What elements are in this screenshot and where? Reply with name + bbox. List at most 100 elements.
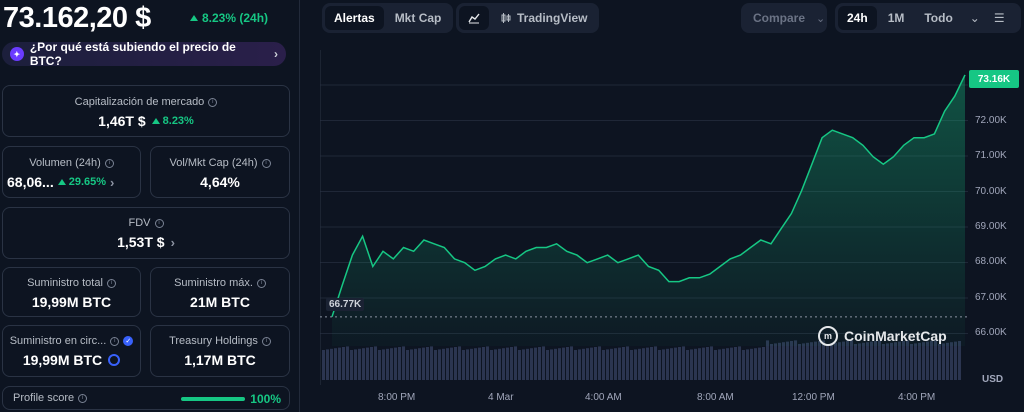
chevron-right-icon: › [274, 47, 278, 61]
volume-bar [666, 348, 669, 380]
total-supply-value: 19,99M BTC [31, 294, 112, 310]
volume-bar [766, 340, 769, 380]
info-icon[interactable]: i [104, 158, 114, 168]
range-all[interactable]: Todo [915, 6, 961, 30]
caret-up-icon [151, 118, 160, 124]
max-supply-value: 21M BTC [190, 294, 250, 310]
volume-bar [566, 347, 569, 380]
why-price-rising-button[interactable]: ✦ ¿Por qué está subiendo el precio de BT… [2, 40, 286, 68]
info-icon[interactable]: i [110, 336, 120, 346]
volume-bar [810, 342, 813, 380]
volume-bar [886, 343, 889, 380]
volume-bar [538, 347, 541, 380]
volume-bar [466, 349, 469, 380]
volume-bar [686, 350, 689, 380]
volume-bar [634, 349, 637, 380]
volume-bar [442, 348, 445, 380]
y-tick-label: 71.00K [975, 150, 1007, 161]
profile-score-row: Profile score i 100% [2, 386, 290, 410]
volume-bars [322, 340, 961, 380]
volume-bar [646, 347, 649, 380]
volume-bar [814, 341, 817, 380]
price-change-badge: 8.23% (24h) [190, 11, 268, 25]
x-tick-label: 4:00 PM [898, 392, 936, 403]
max-supply-card: Suministro máx. i 21M BTC [150, 267, 290, 317]
info-icon[interactable]: i [208, 97, 218, 107]
range-1m[interactable]: 1M [879, 6, 914, 30]
volume-bar [514, 346, 517, 380]
chevron-down-icon[interactable]: ⌄ [970, 11, 980, 25]
volume-bar [942, 343, 945, 380]
vol-mkt-cap-card: Vol/Mkt Cap (24h) i 4,64% [150, 146, 290, 198]
volume-bar [834, 342, 837, 380]
info-icon[interactable]: i [261, 158, 271, 168]
chevron-right-icon[interactable]: › [171, 235, 175, 250]
market-cap-change: 8.23% [151, 115, 194, 127]
volume-bar [918, 342, 921, 380]
volume-bar [410, 349, 413, 380]
chevron-right-icon[interactable]: › [110, 175, 114, 190]
volume-bar [418, 348, 421, 380]
info-icon[interactable]: i [78, 393, 88, 403]
volume-bar [730, 347, 733, 380]
volume-bar [346, 346, 349, 380]
volume-bar [798, 344, 801, 380]
time-range-tabs: 24h 1M Todo ⌄ ☰ [835, 3, 1021, 33]
vol-mkt-cap-label: Vol/Mkt Cap (24h) [169, 157, 258, 169]
volume-bar [350, 350, 353, 380]
settings-sliders-icon[interactable]: ☰ [994, 11, 1005, 25]
volume-bar [434, 350, 437, 380]
volume-bar [518, 350, 521, 380]
volume-bar [526, 348, 529, 380]
market-cap-card[interactable]: Capitalización de mercado i 1,46T $ 8.23… [2, 85, 290, 137]
volume-bar [374, 346, 377, 380]
max-supply-label: Suministro máx. [174, 277, 253, 289]
volume-bar [574, 350, 577, 380]
volume-bar [874, 341, 877, 380]
volume-bar [458, 346, 461, 380]
price-chart[interactable]: 73.16K 66.77K 72.00K 71.00K 70.00K 69.00… [320, 50, 1020, 412]
low-price-tag: 66.77K [326, 298, 365, 311]
volume-bar [806, 342, 809, 380]
volume-bar [782, 342, 785, 380]
volume-bar [586, 348, 589, 380]
tab-alerts[interactable]: Alertas [325, 6, 384, 30]
tab-mkt-cap[interactable]: Mkt Cap [386, 6, 451, 30]
info-icon[interactable]: i [154, 218, 164, 228]
chart-type-tabs: Alertas Mkt Cap [322, 3, 454, 33]
volume-bar [682, 346, 685, 380]
info-icon[interactable]: i [256, 278, 266, 288]
volume-bar [530, 348, 533, 380]
volume-bar [554, 348, 557, 380]
volume-card[interactable]: Volumen (24h) i 68,06... 29.65% › [2, 146, 141, 198]
info-icon[interactable]: i [261, 336, 271, 346]
volume-bar [394, 347, 397, 380]
volume-bar [650, 347, 653, 380]
volume-bar [926, 341, 929, 380]
volume-bar [570, 346, 573, 380]
candlestick-icon [501, 13, 511, 23]
volume-bar [674, 347, 677, 380]
fdv-value: 1,53T $ [117, 234, 165, 250]
volume-bar [562, 347, 565, 380]
volume-bar [662, 349, 665, 380]
fdv-card[interactable]: FDV i 1,53T $ › [2, 207, 290, 259]
volume-bar [802, 343, 805, 380]
volume-bar [654, 346, 657, 380]
volume-bar [534, 347, 537, 380]
volume-bar [934, 340, 937, 380]
volume-bar [578, 349, 581, 380]
volume-bar [890, 342, 893, 380]
volume-bar [958, 341, 961, 380]
info-icon[interactable]: i [106, 278, 116, 288]
volume-bar [474, 348, 477, 380]
line-chart-button[interactable] [459, 6, 489, 30]
tradingview-button[interactable]: TradingView [491, 6, 596, 30]
price-chart-svg [320, 50, 968, 385]
compare-dropdown[interactable]: Compare ⌄ [741, 3, 827, 33]
range-24h[interactable]: 24h [838, 6, 877, 30]
volume-bar [826, 344, 829, 380]
volume-bar [722, 348, 725, 380]
volume-bar [406, 350, 409, 380]
volume-bar [770, 344, 773, 380]
